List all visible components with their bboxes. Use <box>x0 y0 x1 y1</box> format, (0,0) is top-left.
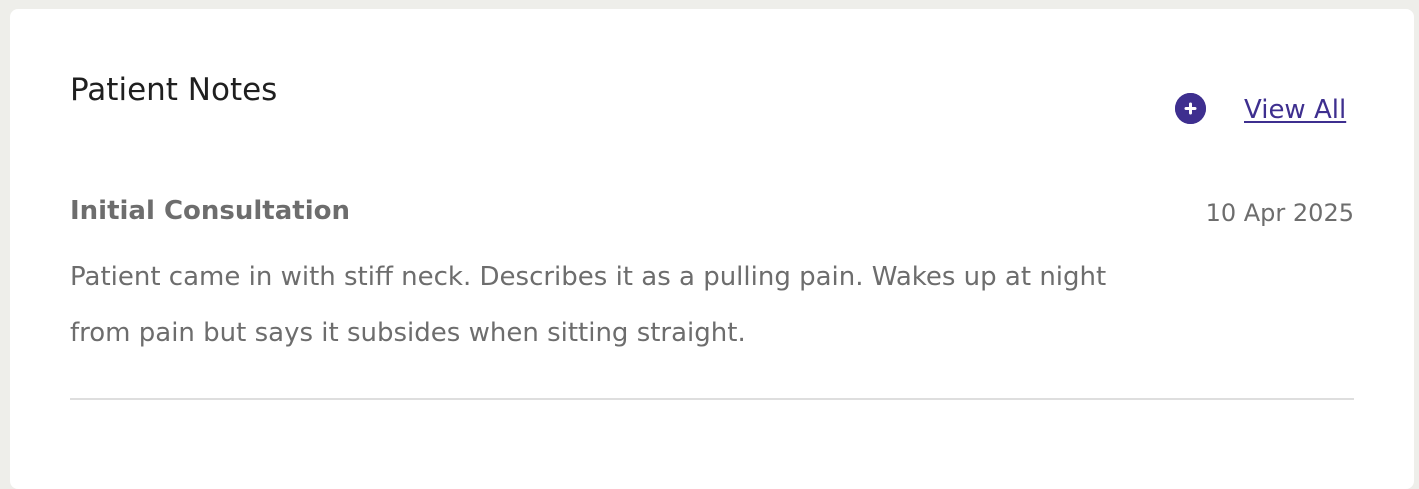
plus-circle-icon <box>1175 93 1206 124</box>
add-note-button[interactable] <box>1175 93 1206 124</box>
note-body: Patient came in with stiff neck. Describ… <box>70 262 1107 348</box>
note-title: Initial Consultation <box>70 196 350 226</box>
note-date: 10 Apr 2025 <box>1205 199 1354 227</box>
note-item[interactable]: Initial Consultation 10 Apr 2025 Patient… <box>70 193 1354 400</box>
view-all-link[interactable]: View All <box>1244 93 1346 127</box>
card-title: Patient Notes <box>70 72 278 108</box>
patient-notes-card: Patient Notes View All Initial Consultat… <box>10 9 1414 489</box>
